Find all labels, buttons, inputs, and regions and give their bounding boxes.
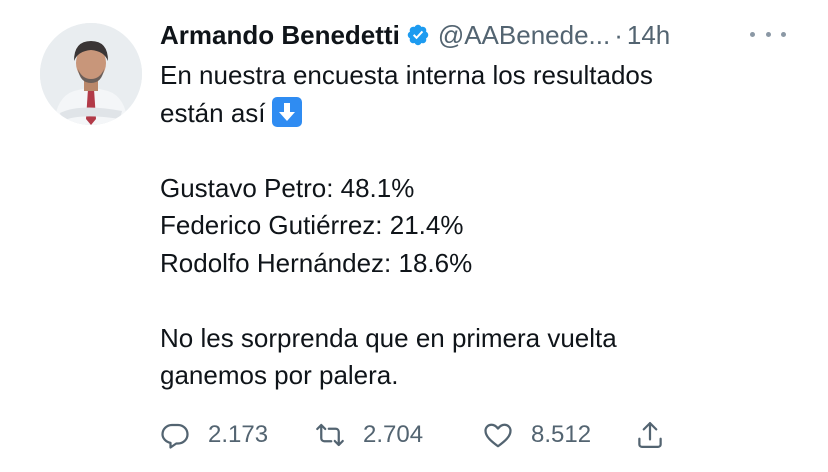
tweet-timestamp[interactable]: 14h bbox=[627, 18, 670, 52]
share-button[interactable] bbox=[635, 418, 665, 452]
like-count: 8.512 bbox=[531, 421, 592, 448]
more-icon[interactable] bbox=[750, 22, 786, 46]
tweet-line: No les sorprenda que en primera vuelta bbox=[160, 322, 617, 353]
separator-dot: · bbox=[614, 20, 623, 50]
tweet-line-text: están así bbox=[160, 97, 266, 128]
tweet-line: En nuestra encuesta interna los resultad… bbox=[160, 60, 653, 90]
down-arrow-emoji bbox=[271, 96, 302, 127]
avatar[interactable] bbox=[40, 23, 142, 125]
result-line-petro: Gustavo Petro: 48.1% bbox=[160, 172, 415, 203]
tweet-line: ganemos por palera. bbox=[160, 360, 399, 390]
like-button[interactable]: 8.512 bbox=[483, 418, 591, 452]
heart-icon bbox=[484, 423, 512, 448]
tweet-card[interactable]: Armando Benedetti @AABenede... · 14h En … bbox=[0, 0, 828, 472]
tweet-actions: 2.173 2.704 8.512 bbox=[160, 418, 680, 452]
tweet-line: están así bbox=[160, 95, 800, 133]
author-name[interactable]: Armando Benedetti bbox=[160, 18, 400, 52]
tweet-header: Armando Benedetti @AABenede... · 14h bbox=[160, 18, 800, 52]
share-icon bbox=[638, 422, 662, 448]
author-handle[interactable]: @AABenede... bbox=[438, 18, 610, 52]
verified-badge-icon bbox=[407, 24, 429, 46]
tweet-text: En nuestra encuesta interna los resultad… bbox=[160, 57, 800, 395]
reply-count: 2.173 bbox=[208, 421, 269, 448]
retweet-count: 2.704 bbox=[363, 421, 424, 448]
reply-button[interactable]: 2.173 bbox=[160, 418, 268, 452]
result-line-hernandez: Rodolfo Hernández: 18.6% bbox=[160, 247, 473, 278]
reply-icon bbox=[161, 423, 189, 449]
retweet-icon bbox=[316, 423, 344, 447]
retweet-button[interactable]: 2.704 bbox=[315, 418, 423, 452]
result-line-gutierrez: Federico Gutiérrez: 21.4% bbox=[160, 210, 464, 240]
